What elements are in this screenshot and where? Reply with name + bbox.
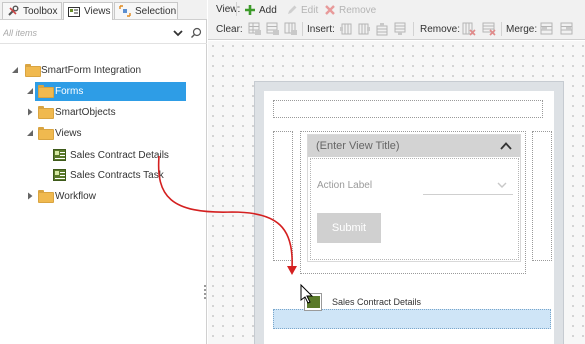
tree-node-forms[interactable]: Forms <box>0 82 207 100</box>
views-icon <box>68 6 80 18</box>
remove-row-icon[interactable] <box>482 22 496 36</box>
view-icon <box>53 149 66 161</box>
tree-node-workflow[interactable]: Workflow <box>0 187 207 205</box>
folder-icon <box>38 127 54 140</box>
view-title[interactable]: (Enter View Title) <box>316 140 400 152</box>
insert-column-left-icon[interactable] <box>339 22 353 36</box>
clear-cell-icon[interactable] <box>248 22 262 36</box>
tab-toolbox-label: Toolbox <box>23 5 58 17</box>
action-label: Action Label <box>317 180 373 191</box>
view-icon <box>307 296 320 308</box>
add-label: Add <box>259 4 277 16</box>
drag-ghost-view-icon <box>304 293 322 311</box>
insert-group-label: Insert: <box>307 24 335 35</box>
form-cell-right[interactable] <box>532 131 552 261</box>
pencil-icon <box>286 4 298 16</box>
clear-column-icon[interactable] <box>284 22 298 36</box>
chevron-down-icon[interactable] <box>172 27 184 39</box>
designer-toolbar: View: Add Edit Remove Clear: Insert: Rem… <box>208 0 585 40</box>
remove-x-icon <box>324 4 336 16</box>
tree-label-smartobjects: SmartObjects <box>55 107 116 118</box>
form-cell-left[interactable] <box>273 131 293 261</box>
form-section-top[interactable] <box>273 100 543 118</box>
drop-target-row[interactable] <box>273 309 551 329</box>
search-bar <box>0 22 207 44</box>
tree-label-views: Views <box>55 128 82 139</box>
chevron-down-icon[interactable] <box>497 181 507 189</box>
panel-splitter-handle[interactable] <box>204 285 207 303</box>
left-panel: Toolbox Views Selection SmartFo <box>0 0 207 344</box>
tab-views[interactable]: Views <box>63 2 113 20</box>
tree-node-view-sales-contract-details[interactable]: Sales Contract Details <box>0 146 207 164</box>
search-icon[interactable] <box>190 27 202 39</box>
folder-icon <box>25 64 41 77</box>
edit-button[interactable]: Edit <box>286 2 318 18</box>
expanded-arrow-icon[interactable] <box>10 65 20 75</box>
clear-row-icon[interactable] <box>266 22 280 36</box>
designer-area: View: Add Edit Remove Clear: Insert: Rem… <box>208 0 585 344</box>
tab-toolbox[interactable]: Toolbox <box>2 2 62 19</box>
view-header: (Enter View Title) <box>308 135 520 157</box>
search-input[interactable] <box>3 25 168 41</box>
merge-right-icon[interactable] <box>560 22 574 36</box>
tree-label-forms: Forms <box>55 86 84 97</box>
tree-label-view: Sales Contracts Task <box>70 170 164 181</box>
clear-group-label: Clear: <box>216 24 243 35</box>
collapsed-arrow-icon[interactable] <box>25 191 35 201</box>
selection-icon <box>119 5 131 17</box>
insert-column-right-icon[interactable] <box>357 22 371 36</box>
remove-group-label: Remove: <box>420 24 461 35</box>
view-control[interactable]: (Enter View Title) Action Label Submit <box>307 134 521 262</box>
insert-row-above-icon[interactable] <box>375 22 389 36</box>
tree-node-views[interactable]: Views <box>0 124 207 142</box>
plus-icon <box>244 4 256 16</box>
toolbar-divider <box>413 22 414 36</box>
remove-label: Remove <box>339 4 377 16</box>
design-canvas[interactable]: (Enter View Title) Action Label Submit S… <box>208 41 585 344</box>
toolbar-divider <box>236 2 237 16</box>
remove-button[interactable]: Remove <box>324 2 376 18</box>
expanded-arrow-icon[interactable] <box>25 86 35 96</box>
folder-icon <box>38 85 54 98</box>
merge-left-icon[interactable] <box>540 22 554 36</box>
tree-node-smartobjects[interactable]: SmartObjects <box>0 103 207 121</box>
view-icon <box>53 169 66 181</box>
remove-column-icon[interactable] <box>462 22 476 36</box>
tab-selection-label: Selection <box>135 5 177 17</box>
folder-icon <box>38 106 54 119</box>
collapsed-arrow-icon[interactable] <box>25 107 35 117</box>
merge-group-label: Merge: <box>506 24 538 35</box>
action-dropdown[interactable] <box>423 194 513 195</box>
tree-label-root: SmartForm Integration <box>41 65 142 76</box>
tree-node-root[interactable]: SmartForm Integration <box>0 61 207 79</box>
add-button[interactable]: Add <box>244 2 277 18</box>
toolbar-divider <box>501 22 502 36</box>
drag-item-label: Sales Contract Details <box>332 297 422 307</box>
insert-row-below-icon[interactable] <box>393 22 407 36</box>
tab-views-label: Views <box>84 6 111 17</box>
tab-selection[interactable]: Selection <box>114 2 178 19</box>
panel-tabbar: Toolbox Views Selection <box>0 0 207 20</box>
tree-label-view: Sales Contract Details <box>70 150 169 161</box>
edit-label: Edit <box>301 4 319 16</box>
view-body <box>310 158 519 260</box>
tree-node-view-sales-contracts-task[interactable]: Sales Contracts Task <box>0 166 207 184</box>
submit-button[interactable]: Submit <box>317 213 381 243</box>
tree-label-workflow: Workflow <box>55 191 96 202</box>
toolbox-icon <box>7 5 19 17</box>
chevron-up-icon[interactable] <box>500 141 512 151</box>
folder-icon <box>38 190 54 203</box>
toolbar-divider <box>302 22 303 36</box>
expanded-arrow-icon[interactable] <box>25 128 35 138</box>
